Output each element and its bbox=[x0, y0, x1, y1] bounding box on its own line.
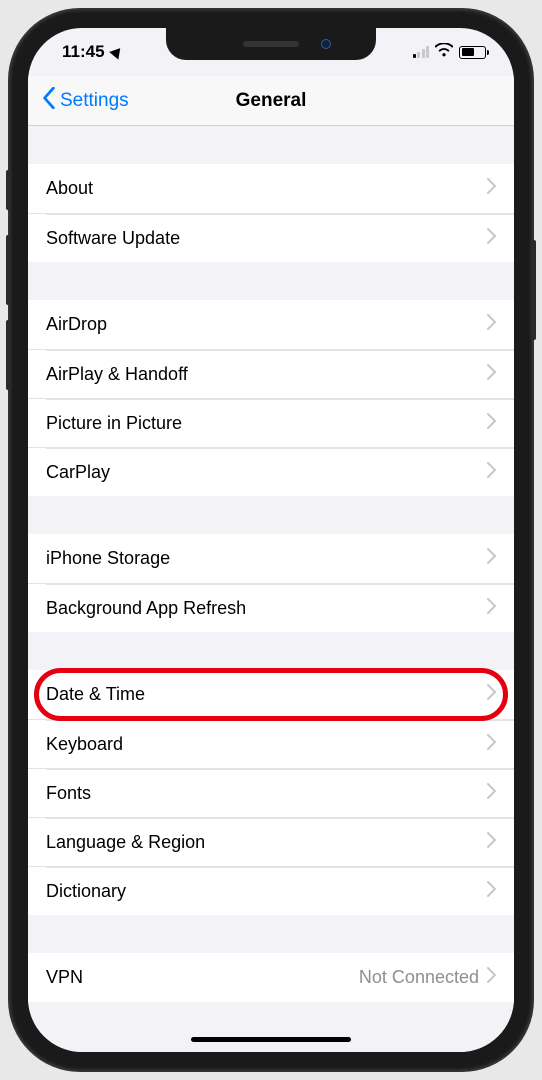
settings-group: iPhone Storage Background App Refresh bbox=[28, 534, 514, 632]
row-label: Picture in Picture bbox=[46, 413, 487, 434]
row-label: Keyboard bbox=[46, 734, 487, 755]
row-label: AirPlay & Handoff bbox=[46, 364, 487, 385]
back-label: Settings bbox=[60, 90, 129, 112]
chevron-right-icon bbox=[487, 783, 496, 804]
row-about[interactable]: About bbox=[28, 164, 514, 213]
row-iphone-storage[interactable]: iPhone Storage bbox=[28, 534, 514, 583]
row-date-time[interactable]: Date & Time bbox=[28, 670, 514, 719]
chevron-left-icon bbox=[42, 87, 56, 115]
row-detail: Not Connected bbox=[359, 967, 479, 988]
row-label: About bbox=[46, 178, 487, 199]
row-dictionary[interactable]: Dictionary bbox=[28, 866, 514, 915]
speaker-grille bbox=[243, 41, 299, 47]
row-label: VPN bbox=[46, 967, 359, 988]
chevron-right-icon bbox=[487, 413, 496, 434]
row-fonts[interactable]: Fonts bbox=[28, 768, 514, 817]
wifi-icon bbox=[435, 42, 453, 62]
row-background-app-refresh[interactable]: Background App Refresh bbox=[28, 583, 514, 632]
page-title: General bbox=[236, 90, 307, 112]
settings-group: VPNNot Connected bbox=[28, 953, 514, 1002]
screen: 11:45 Settings General Ab bbox=[28, 28, 514, 1052]
row-label: CarPlay bbox=[46, 462, 487, 483]
settings-group: AirDrop AirPlay & Handoff Picture in Pictu… bbox=[28, 300, 514, 496]
mute-switch bbox=[6, 170, 11, 210]
row-carplay[interactable]: CarPlay bbox=[28, 447, 514, 496]
row-picture-in-picture[interactable]: Picture in Picture bbox=[28, 398, 514, 447]
row-label: Software Update bbox=[46, 228, 487, 249]
chevron-right-icon bbox=[487, 684, 496, 705]
settings-group: Date & Time Keyboard Fonts Language & Regio… bbox=[28, 670, 514, 915]
home-indicator[interactable] bbox=[191, 1037, 351, 1042]
row-label: Background App Refresh bbox=[46, 598, 487, 619]
row-airdrop[interactable]: AirDrop bbox=[28, 300, 514, 349]
chevron-right-icon bbox=[487, 967, 496, 988]
power-button bbox=[531, 240, 536, 340]
row-label: Fonts bbox=[46, 783, 487, 804]
chevron-right-icon bbox=[487, 228, 496, 249]
battery-icon bbox=[459, 46, 486, 59]
row-keyboard[interactable]: Keyboard bbox=[28, 719, 514, 768]
row-label: Dictionary bbox=[46, 881, 487, 902]
chevron-right-icon bbox=[487, 364, 496, 385]
chevron-right-icon bbox=[487, 881, 496, 902]
settings-list[interactable]: About Software Update AirDrop AirPlay & Han… bbox=[28, 126, 514, 1052]
nav-header: Settings General bbox=[28, 76, 514, 126]
chevron-right-icon bbox=[487, 832, 496, 853]
notch bbox=[166, 28, 376, 60]
settings-group: About Software Update bbox=[28, 164, 514, 262]
row-airplay-handoff[interactable]: AirPlay & Handoff bbox=[28, 349, 514, 398]
row-software-update[interactable]: Software Update bbox=[28, 213, 514, 262]
front-camera bbox=[321, 39, 331, 49]
back-button[interactable]: Settings bbox=[42, 87, 129, 115]
chevron-right-icon bbox=[487, 548, 496, 569]
row-vpn[interactable]: VPNNot Connected bbox=[28, 953, 514, 1002]
row-label: Date & Time bbox=[46, 684, 487, 705]
status-time: 11:45 bbox=[62, 42, 105, 62]
cellular-signal-icon bbox=[413, 46, 430, 58]
volume-up-button bbox=[6, 235, 11, 305]
chevron-right-icon bbox=[487, 598, 496, 619]
chevron-right-icon bbox=[487, 314, 496, 335]
chevron-right-icon bbox=[487, 462, 496, 483]
row-label: iPhone Storage bbox=[46, 548, 487, 569]
volume-down-button bbox=[6, 320, 11, 390]
row-language-region[interactable]: Language & Region bbox=[28, 817, 514, 866]
chevron-right-icon bbox=[487, 178, 496, 199]
row-label: AirDrop bbox=[46, 314, 487, 335]
phone-frame: 11:45 Settings General Ab bbox=[10, 10, 532, 1070]
row-label: Language & Region bbox=[46, 832, 487, 853]
location-icon bbox=[109, 44, 125, 59]
chevron-right-icon bbox=[487, 734, 496, 755]
